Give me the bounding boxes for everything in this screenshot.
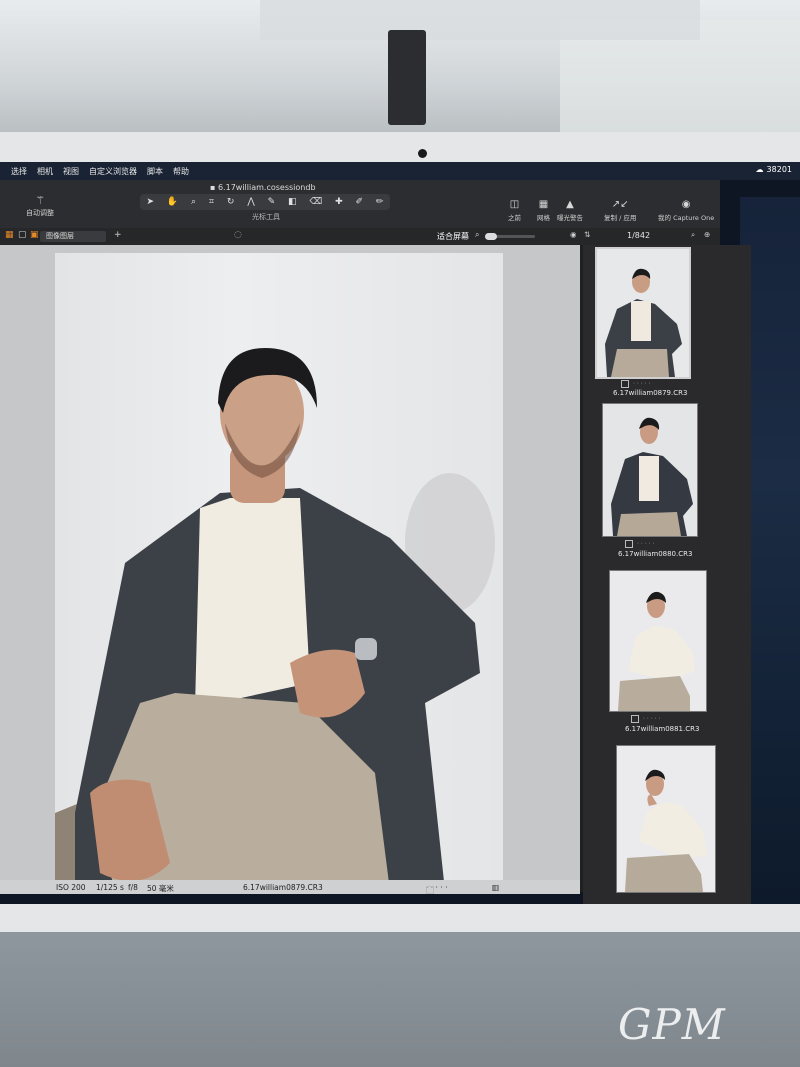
menu-camera[interactable]: 相机 [37,166,53,177]
add-layer-icon[interactable]: + [114,230,122,240]
thumbnail-3-rating[interactable]: ····· [631,715,663,723]
picker-tool-icon[interactable]: ✐ [356,197,364,207]
hand-tool-icon[interactable]: ✋ [167,197,178,207]
thumbnail-4[interactable] [616,745,716,893]
shutter-value: 1/125 s [96,883,124,892]
single-view-icon[interactable]: ▢ [18,230,27,240]
checkbox-icon [631,715,639,723]
cloud-icon: ☁ [755,165,764,174]
annotate-tool-icon[interactable]: ✏ [376,197,384,207]
grid-button[interactable]: ▦ 网格 [537,198,550,222]
menu-view[interactable]: 视图 [63,166,79,177]
loupe-tool-icon[interactable]: ⌕ [191,197,196,207]
screen: 选择 相机 视图 自定义浏览器 脚本 帮助 ☁ 38201 ▪ 6.17will… [0,162,800,904]
viewer-toolbar: ▦ ▢ ▣ 图像图层 + ◌ 适合屏幕 ⌕ ◉ ⇅ 1/842 ⌕ ⊕ [0,228,720,245]
thumbnail-3-filename: 6.17william0881.CR3 [625,725,700,733]
auto-adjust-button[interactable]: ⚚ 自动调整 [26,194,54,218]
thumbnail-image [617,746,715,892]
compare-icon: ◫ [509,199,520,210]
image-viewer [0,245,580,891]
color-tag-icon[interactable]: ▥ [492,883,499,892]
thumbnail-image [603,404,697,536]
sort-icon[interactable]: ⇅ [584,230,590,239]
main-photo[interactable] [55,253,503,891]
thumbnail-2[interactable] [602,403,698,537]
status-bar: ISO 200 1/125 s f/8 50 毫米 6.17william087… [0,880,580,894]
studio-lamp [388,30,426,125]
magic-wand-icon: ⚚ [35,194,45,207]
iso-value: ISO 200 [56,883,86,892]
status-value: 38201 [766,165,792,174]
zoom-out-icon[interactable]: ⌕ [475,230,479,240]
pointer-tool-icon[interactable]: ➤ [146,197,154,207]
focal-length-value: 50 毫米 [147,884,174,893]
warning-icon: ▲ [566,199,574,210]
thumbnail-3[interactable] [609,570,707,712]
cursor-tools-label: 光标工具 [252,213,280,221]
user-icon: ◉ [681,199,691,210]
fit-screen-label[interactable]: 适合屏幕 [437,231,469,242]
menu-help[interactable]: 帮助 [173,166,189,177]
auto-adjust-label: 自动调整 [26,209,54,217]
menu-bar: 选择 相机 视图 自定义浏览器 脚本 帮助 ☁ 38201 [0,162,800,180]
capture-one-window: ▪ 6.17william.cosessiondb ⚚ 自动调整 ➤ ✋ ⌕ ⌗… [0,180,751,904]
before-button[interactable]: ◫ 之前 [508,198,521,222]
document-icon: ▪ [210,183,218,192]
rotate-tool-icon[interactable]: ↻ [227,197,235,207]
checkbox-icon [426,886,434,894]
aperture-value: f/8 [128,883,138,892]
status-filename: 6.17william0879.CR3 [243,883,323,892]
image-browser: ····· 6.17william0879.CR3 ····· 6.17will… [583,245,751,904]
menubar-status[interactable]: ☁ 38201 [756,165,792,174]
image-counter: 1/842 [627,231,651,240]
checkbox-icon [625,540,633,548]
thumbnail-image [597,249,689,377]
menu-custom-browser[interactable]: 自定义浏览器 [89,166,137,177]
thumbnail-1-filename: 6.17william0879.CR3 [613,389,688,397]
cursor-toolstrip: ➤ ✋ ⌕ ⌗ ↻ ⋀ ✎ ◧ ⌫ ✚ ✐ ✏ [140,194,390,210]
thumbnail-1-rating[interactable]: ····· [621,380,653,388]
thumbnail-image [610,571,706,711]
grid-icon: ▦ [538,199,549,210]
menu-select[interactable]: 选择 [11,166,27,177]
eye-icon[interactable]: ◉ [570,230,577,239]
copy-apply-icon: ↗↙ [611,199,629,210]
heal-tool-icon[interactable]: ✚ [335,197,343,207]
layer-select[interactable]: 图像图层 [40,231,106,242]
zoom-slider-knob[interactable] [485,233,497,240]
gradient-tool-icon[interactable]: ◧ [288,197,297,207]
my-capture-one-button[interactable]: ◉ 我的 Capture One [658,198,714,222]
portrait-image [55,348,495,891]
grid-view-icon[interactable]: ▦ [5,230,14,240]
document-title: ▪ 6.17william.cosessiondb [210,183,316,192]
spinner-icon: ◌ [234,230,242,240]
search-icon[interactable]: ⌕ [691,230,695,240]
copy-apply-button[interactable]: ↗↙ 复制 / 应用 [604,198,636,222]
checkbox-icon [621,380,629,388]
exposure-warning-button[interactable]: ▲ 曝光警告 [557,198,583,222]
zoom-icon[interactable]: ⊕ [704,230,710,239]
thumbnail-2-filename: 6.17william0880.CR3 [618,550,693,558]
watermark-logo: GPM [618,1000,726,1049]
layer-view-icon[interactable]: ▣ [30,230,39,240]
eraser-tool-icon[interactable]: ⌫ [309,197,322,207]
titlebar: ▪ 6.17william.cosessiondb ⚚ 自动调整 ➤ ✋ ⌕ ⌗… [0,180,720,228]
ceiling-beam [260,0,700,40]
status-rating[interactable]: · · · · · [426,883,447,894]
thumbnail-1[interactable] [595,247,691,379]
brush-tool-icon[interactable]: ✎ [268,197,276,207]
thumbnail-2-rating[interactable]: ····· [625,540,657,548]
webcam [418,149,427,158]
crop-tool-icon[interactable]: ⌗ [209,197,214,207]
keystone-tool-icon[interactable]: ⋀ [247,197,254,207]
menu-script[interactable]: 脚本 [147,166,163,177]
